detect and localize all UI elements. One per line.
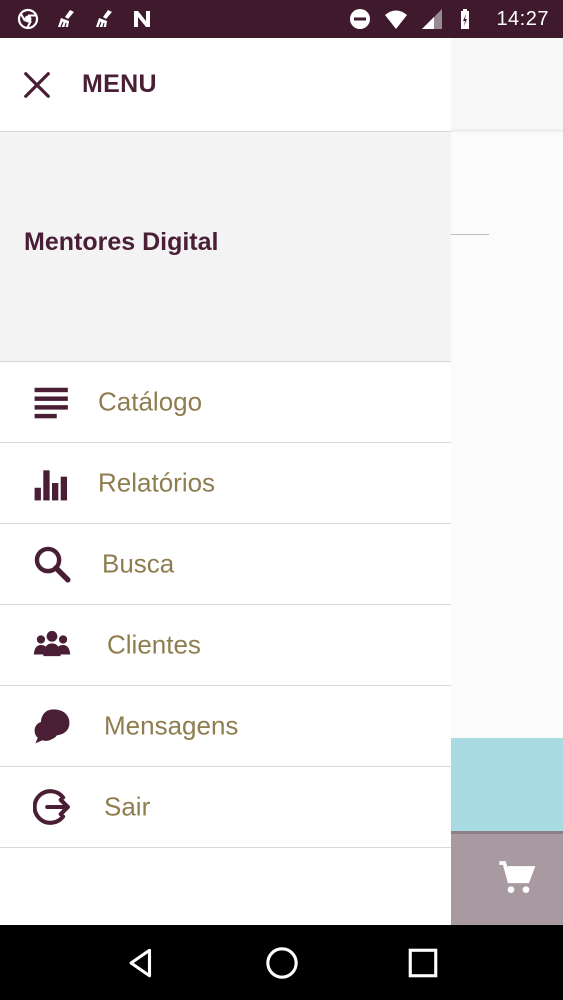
cart-icon[interactable] [496,858,536,898]
menu-item-mensagens[interactable]: Mensagens [0,686,451,767]
battery-charging-icon [456,7,480,31]
recents-icon[interactable] [403,943,443,983]
menu-item-busca[interactable]: Busca [0,524,451,605]
n-app-icon [130,7,154,31]
menu-item-catalogo[interactable]: Catálogo [0,362,451,443]
profile-name: Mentores Digital [24,228,219,256]
close-icon[interactable] [20,68,54,102]
menu-item-relatorios[interactable]: Relatórios [0,443,451,524]
menu-item-label: Clientes [107,629,201,660]
logout-icon [32,787,72,827]
do-not-disturb-icon [348,7,372,31]
navigation-drawer: MENU Mentores Digital Catálogo Relatório… [0,38,451,925]
status-bar: 14:27 [0,0,563,38]
profile-area: Mentores Digital [0,132,451,362]
drawer-header: MENU [0,38,451,132]
list-icon [32,382,72,422]
status-right-icons: 14:27 [348,7,549,31]
menu-list: Catálogo Relatórios Busca Clientes Mensa… [0,362,451,848]
menu-item-label: Busca [102,548,175,579]
bar-chart-icon [32,463,72,503]
cleaner-icon [92,7,116,31]
menu-title: MENU [82,70,157,98]
cleaner-icon [54,7,78,31]
wifi-icon [384,7,408,31]
chat-bubble-icon [32,706,72,746]
status-left-icons [16,7,154,31]
menu-item-label: Sair [104,791,151,822]
background-divider [450,234,489,235]
menu-item-label: Relatórios [98,467,216,498]
people-icon [32,625,72,665]
search-icon [32,544,72,584]
menu-item-label: Catálogo [98,386,203,417]
menu-item-clientes[interactable]: Clientes [0,605,451,686]
home-icon[interactable] [262,943,302,983]
menu-item-label: Mensagens [104,710,239,741]
signal-icon [420,7,444,31]
navigation-bar [0,925,563,1000]
chrome-icon [16,7,40,31]
status-time: 14:27 [496,7,549,30]
menu-item-sair[interactable]: Sair [0,767,451,848]
back-icon[interactable] [121,943,161,983]
